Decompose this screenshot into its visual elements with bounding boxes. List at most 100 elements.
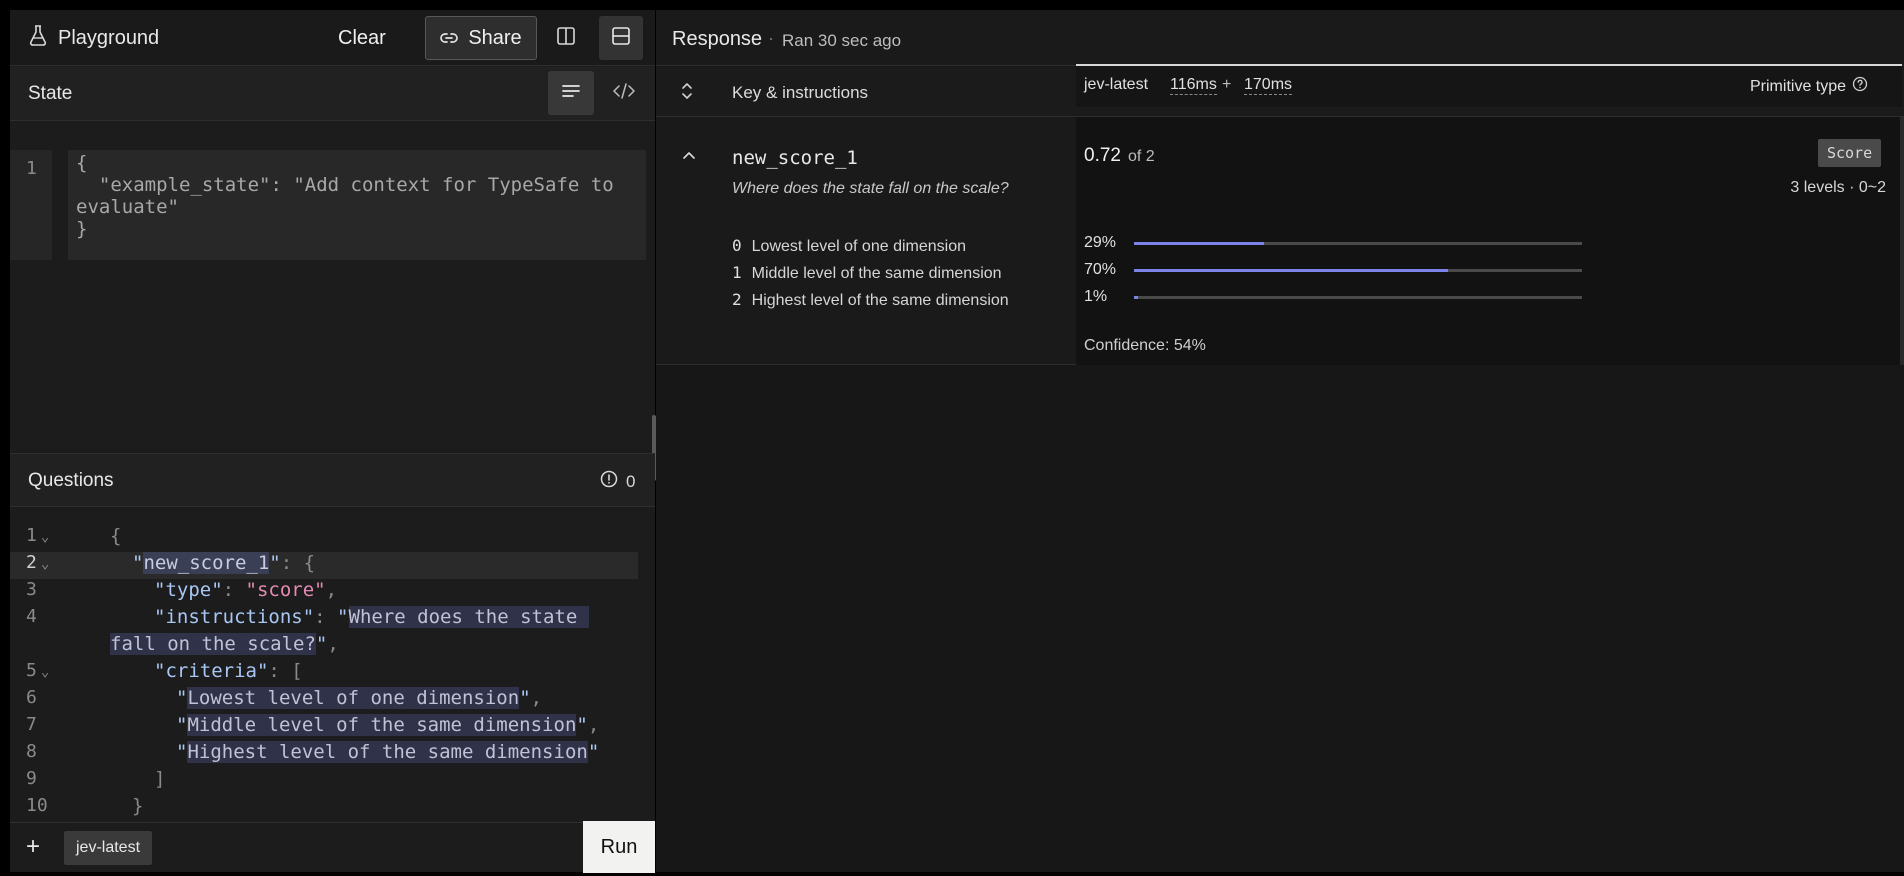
model-column-header: jev-latest 116ms + 170ms Primitive type — [1076, 64, 1902, 107]
code-line: evaluate" — [76, 196, 179, 218]
question-instructions: Where does the state fall on the scale? — [732, 180, 1009, 197]
state-title: State — [28, 83, 73, 104]
state-code[interactable]: { "example_state": "Add context for Type… — [68, 150, 646, 260]
code-line: { — [76, 152, 88, 174]
questions-title: Questions — [28, 470, 114, 491]
columns-layout-icon — [556, 26, 576, 51]
split-rows-button[interactable] — [599, 16, 643, 60]
criterion-item: 0 Lowest level of one dimension — [732, 236, 966, 256]
run-bar: + jev-latest Run — [10, 821, 655, 873]
model-result-cell: 0.72 of 2 Score 3 levels · 0~2 29% 70% 1… — [1076, 117, 1902, 365]
rows-layout-icon — [611, 26, 631, 51]
help-circle-icon[interactable] — [1852, 76, 1868, 97]
confidence-label: Confidence: 54% — [1084, 337, 1206, 354]
primitive-type-badge: Score — [1818, 139, 1882, 167]
code-icon — [613, 82, 635, 104]
fold-chevron-icon[interactable]: ⌄ — [41, 529, 49, 545]
app-title-text: Playground — [58, 26, 160, 49]
text-view-button[interactable] — [548, 71, 594, 115]
state-gutter: 1 — [10, 150, 52, 260]
flask-icon — [28, 24, 48, 52]
code-line: fall on the scale?", — [110, 633, 339, 655]
response-column-header: Key & instructions jev-latest 116ms + 17… — [656, 64, 1904, 117]
code-line: "type": "score", — [154, 579, 338, 601]
scrollbar-track[interactable] — [1900, 117, 1904, 365]
expand-collapse-all-icon[interactable] — [680, 81, 694, 106]
chevron-up-icon[interactable] — [682, 147, 696, 165]
align-left-icon — [562, 84, 580, 103]
questions-editor[interactable]: 1 ⌄ 2 ⌄ 3 4 5 ⌄ 6 7 8 9 10 { "new_score_1":… — [10, 507, 655, 822]
code-line: "Highest level of the same dimension" — [176, 741, 600, 763]
score-max: of 2 — [1128, 148, 1155, 165]
line-number: 9 — [26, 768, 37, 789]
playground-toolbar: Playground Clear Share — [10, 10, 655, 66]
line-number: 6 — [26, 687, 37, 708]
issue-count: 0 — [626, 471, 636, 491]
distribution-percent: 29% — [1084, 234, 1117, 251]
distribution-bar-fill — [1134, 269, 1448, 272]
question-key: new_score_1 — [732, 147, 858, 169]
active-line-highlight — [10, 552, 638, 579]
criterion-index: 1 — [732, 263, 742, 282]
criterion-item: 1 Middle level of the same dimension — [732, 263, 1002, 283]
run-timestamp: Ran 30 sec ago — [782, 31, 902, 50]
split-columns-button[interactable] — [548, 20, 584, 56]
code-line: "instructions": "Where does the state — [154, 606, 589, 628]
separator-dot: · — [768, 28, 774, 48]
latency-first[interactable]: 116ms — [1170, 76, 1217, 95]
latency-plus: + — [1222, 76, 1232, 93]
fold-chevron-icon[interactable]: ⌄ — [41, 556, 49, 572]
app-title: Playground — [28, 24, 160, 52]
key-instructions-header: Key & instructions — [732, 83, 869, 102]
primitive-type-header: Primitive type — [1750, 76, 1868, 97]
line-number: 4 — [26, 606, 37, 627]
fold-chevron-icon[interactable]: ⌄ — [41, 664, 49, 680]
criterion-label: Lowest level of one dimension — [751, 238, 966, 255]
state-editor[interactable]: 1 { "example_state": "Add context for Ty… — [10, 122, 655, 452]
distribution-percent: 70% — [1084, 261, 1117, 278]
response-header: Response · Ran 30 sec ago — [656, 10, 1904, 66]
state-section-header: State — [10, 67, 655, 121]
code-line: } — [132, 795, 144, 817]
line-number: 1 — [26, 158, 37, 179]
code-line: "Middle level of the same dimension", — [176, 714, 600, 736]
issues-indicator[interactable]: 0 — [600, 470, 635, 493]
line-number: 2 ⌄ — [26, 552, 50, 573]
distribution-bar-fill — [1134, 296, 1139, 299]
code-line: "new_score_1": { — [132, 552, 316, 574]
code-view-button[interactable] — [602, 71, 646, 115]
model-name: jev-latest — [1084, 76, 1149, 93]
line-number: 3 — [26, 579, 37, 600]
distribution-bar — [1134, 296, 1582, 299]
distribution-bar — [1134, 269, 1582, 272]
share-label: Share — [468, 26, 522, 49]
questions-section-header: Questions 0 — [10, 453, 655, 507]
response-title: Response — [672, 28, 763, 50]
link-icon — [440, 27, 459, 50]
playground-panel: Playground Clear Share State 1 {"exampl… — [10, 10, 656, 873]
add-model-button[interactable]: + — [26, 833, 40, 861]
criterion-label: Highest level of the same dimension — [751, 292, 1009, 309]
alert-circle-icon — [600, 470, 618, 493]
distribution-bar — [1134, 242, 1582, 245]
latency-second[interactable]: 170ms — [1244, 76, 1293, 95]
line-number: 5 ⌄ — [26, 660, 50, 681]
code-line: "Lowest level of one dimension", — [176, 687, 543, 709]
primitive-type-label: Primitive type — [1750, 77, 1847, 95]
line-number: 1 ⌄ — [26, 525, 50, 546]
score-value: 0.72 — [1084, 145, 1121, 166]
question-result-row: new_score_1 Where does the state fall on… — [656, 117, 1904, 365]
code-line: "example_state": "Add context for TypeSa… — [76, 174, 614, 196]
code-line: "criteria": [ — [154, 660, 303, 682]
run-button[interactable]: Run — [583, 821, 655, 873]
line-number: 8 — [26, 741, 37, 762]
distribution-bar-fill — [1134, 242, 1264, 245]
response-panel: Response · Ran 30 sec ago Key & instruct… — [656, 10, 1904, 872]
model-chip[interactable]: jev-latest — [64, 831, 153, 865]
distribution-percent: 1% — [1084, 288, 1108, 305]
criterion-index: 0 — [732, 236, 742, 255]
clear-button[interactable]: Clear — [338, 20, 386, 56]
share-button[interactable]: Share — [425, 16, 537, 60]
code-line: ] — [154, 768, 166, 790]
code-line: { — [110, 525, 122, 547]
